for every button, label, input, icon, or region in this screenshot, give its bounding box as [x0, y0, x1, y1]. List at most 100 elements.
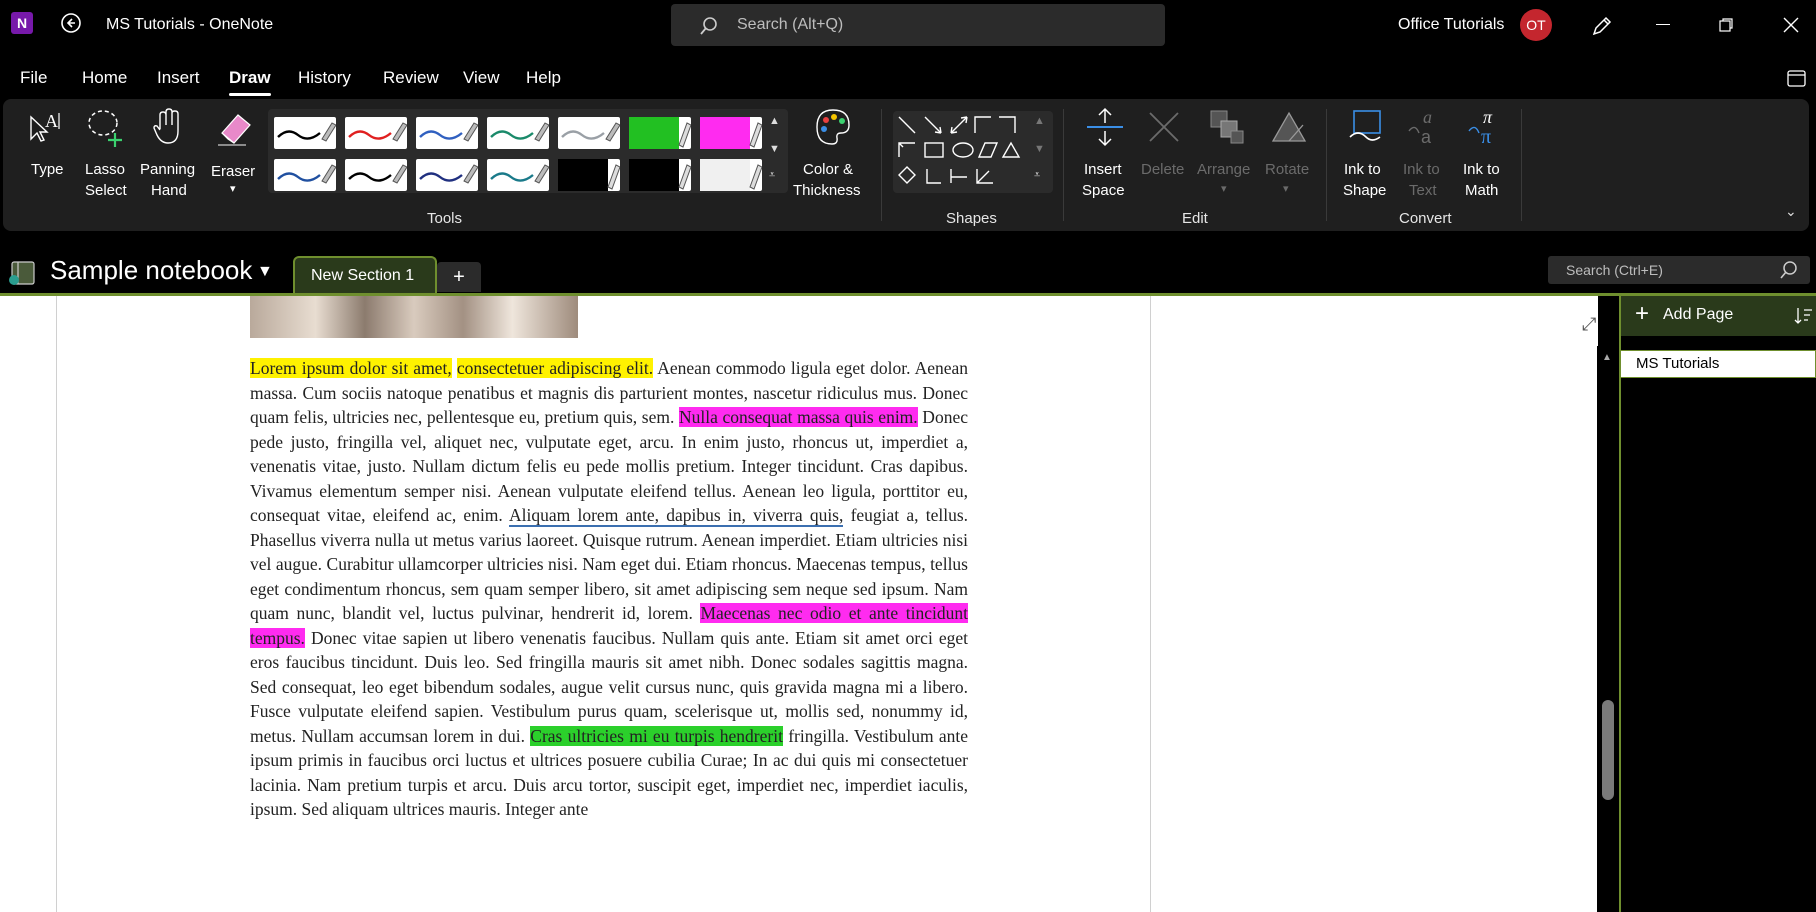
add-page-button[interactable]: + Add Page: [1621, 296, 1816, 336]
svg-text:A: A: [45, 111, 58, 131]
chevron-down-icon: ▾: [1283, 183, 1289, 195]
section-tab[interactable]: New Section 1: [293, 256, 437, 294]
shapes-group-label: Shapes: [946, 210, 997, 227]
close-icon[interactable]: [1783, 17, 1799, 38]
delete-label: Delete: [1141, 161, 1185, 178]
ink-to-shape-button[interactable]: Ink to Shape: [1338, 107, 1394, 199]
pen-gallery: [268, 109, 788, 193]
delete-button: Delete: [1138, 107, 1193, 197]
pen-swatch[interactable]: [416, 159, 478, 191]
menu-file[interactable]: File: [20, 68, 47, 88]
highlight-yellow: consectetuer adipiscing elit.: [456, 358, 654, 378]
shapes-gallery[interactable]: [893, 111, 1053, 193]
svg-text:π: π: [1483, 107, 1493, 127]
page-image[interactable]: [250, 296, 578, 338]
ink-to-math-icon: ππ: [1465, 107, 1505, 152]
add-section-button[interactable]: +: [437, 262, 481, 292]
ink-to-text-icon: aa: [1405, 107, 1445, 152]
notebook-name[interactable]: Sample notebook: [50, 255, 252, 286]
highlight-yellow: Lorem ipsum dolor sit amet,: [250, 358, 452, 378]
menu-help[interactable]: Help: [526, 68, 561, 88]
gallery-scroll-up-icon[interactable]: ▲: [769, 115, 780, 127]
pen-swatch[interactable]: [345, 159, 407, 191]
section-tab-label: New Section 1: [311, 267, 415, 284]
ink-to-shape-label-2: Shape: [1343, 182, 1387, 199]
panning-hand-tool[interactable]: Panning Hand: [138, 107, 200, 199]
gallery-scroll-down-icon[interactable]: ▼: [769, 143, 780, 155]
highlight-magenta: Nulla consequat massa quis enim.: [678, 407, 918, 427]
scroll-thumb[interactable]: [1602, 700, 1614, 800]
pen-swatch[interactable]: [487, 117, 549, 149]
search-placeholder: Search (Alt+Q): [737, 16, 844, 33]
menu-insert[interactable]: Insert: [157, 68, 200, 88]
rotate-icon: [1269, 107, 1309, 152]
page-search-box[interactable]: Search (Ctrl+E): [1548, 256, 1810, 284]
svg-text:a: a: [1421, 127, 1432, 147]
insert-space-button[interactable]: Insert Space: [1075, 107, 1135, 199]
ink-to-text-button: aa Ink to Text: [1397, 107, 1453, 199]
pen-swatch[interactable]: [345, 117, 407, 149]
avatar[interactable]: OT: [1520, 9, 1552, 41]
menu-view[interactable]: View: [463, 68, 500, 88]
page-body-text[interactable]: Lorem ipsum dolor sit amet, consectetuer…: [250, 356, 968, 822]
pen-icon[interactable]: [1590, 14, 1614, 43]
menu-bar: File Home Insert Draw History Review Vie…: [0, 50, 1816, 98]
shapes-scroll-up-icon[interactable]: ▲: [1034, 115, 1045, 127]
title-bar: N MS Tutorials - OneNote Search (Alt+Q) …: [0, 0, 1816, 50]
lasso-icon: [85, 107, 129, 152]
shapes-scroll-down-icon[interactable]: ▼: [1034, 143, 1045, 155]
pen-swatch[interactable]: [487, 159, 549, 191]
pen-swatch[interactable]: [274, 117, 336, 149]
menu-review[interactable]: Review: [383, 68, 439, 88]
search-box[interactable]: Search (Alt+Q): [671, 4, 1165, 46]
pen-swatch[interactable]: [274, 159, 336, 191]
palette-icon: [813, 107, 853, 152]
pen-swatch[interactable]: [416, 117, 478, 149]
pen-swatch[interactable]: [629, 159, 691, 191]
ink-underline: Aliquam lorem ante, dapibus in, viverra …: [509, 505, 844, 527]
sort-icon[interactable]: [1793, 306, 1813, 331]
account-name[interactable]: Office Tutorials: [1398, 16, 1504, 34]
menu-draw[interactable]: Draw: [229, 68, 271, 96]
collapse-ribbon-icon[interactable]: ⌄: [1785, 203, 1797, 220]
pen-swatch[interactable]: [558, 117, 620, 149]
arrange-label: Arrange: [1197, 161, 1251, 178]
pen-swatch[interactable]: [700, 117, 762, 149]
ribbon-display-icon[interactable]: [1787, 68, 1807, 93]
shapes-more-icon[interactable]: ⩡: [1034, 169, 1040, 182]
eraser-tool[interactable]: Eraser ▾: [208, 107, 260, 197]
menu-history[interactable]: History: [298, 68, 351, 88]
highlight-green: Cras ultricies mi eu turpis hendrerit: [530, 725, 783, 746]
notebook-dropdown-icon[interactable]: ▼: [257, 263, 273, 281]
menu-home[interactable]: Home: [82, 68, 127, 88]
shapes-icons: [898, 116, 1021, 184]
tools-group-label: Tools: [427, 210, 463, 227]
pen-swatch[interactable]: [629, 117, 691, 149]
page-list-item[interactable]: MS Tutorials: [1620, 350, 1816, 378]
insert-space-icon: [1085, 107, 1125, 152]
back-icon[interactable]: [60, 12, 82, 34]
window-title: MS Tutorials - OneNote: [106, 16, 274, 33]
panning-label-2: Hand: [151, 182, 187, 199]
scroll-up-icon[interactable]: ▲: [1602, 352, 1612, 363]
pen-swatch[interactable]: [700, 159, 762, 191]
hand-icon: [152, 107, 186, 152]
vertical-scrollbar[interactable]: [1597, 346, 1619, 912]
color-thickness-button[interactable]: Color & Thickness: [793, 107, 873, 199]
ink-to-shape-label-1: Ink to: [1344, 161, 1381, 178]
eraser-icon: [216, 109, 256, 154]
color-label-1: Color &: [803, 161, 854, 178]
expand-icon[interactable]: ⤢: [1582, 314, 1596, 335]
gallery-more-icon[interactable]: ⩡: [769, 169, 775, 182]
pen-swatch[interactable]: [558, 159, 620, 191]
minimize-icon[interactable]: [1656, 24, 1670, 25]
type-tool[interactable]: A Type: [21, 107, 69, 187]
ink-to-math-label-1: Ink to: [1463, 161, 1500, 178]
restore-icon[interactable]: [1719, 18, 1733, 37]
lasso-select-tool[interactable]: Lasso Select: [81, 107, 131, 199]
color-label-2: Thickness: [793, 182, 861, 199]
convert-group-label: Convert: [1399, 210, 1452, 227]
ink-to-math-button[interactable]: ππ Ink to Math: [1457, 107, 1513, 199]
page-search-placeholder: Search (Ctrl+E): [1566, 262, 1663, 278]
page-margin-line: [56, 296, 57, 912]
